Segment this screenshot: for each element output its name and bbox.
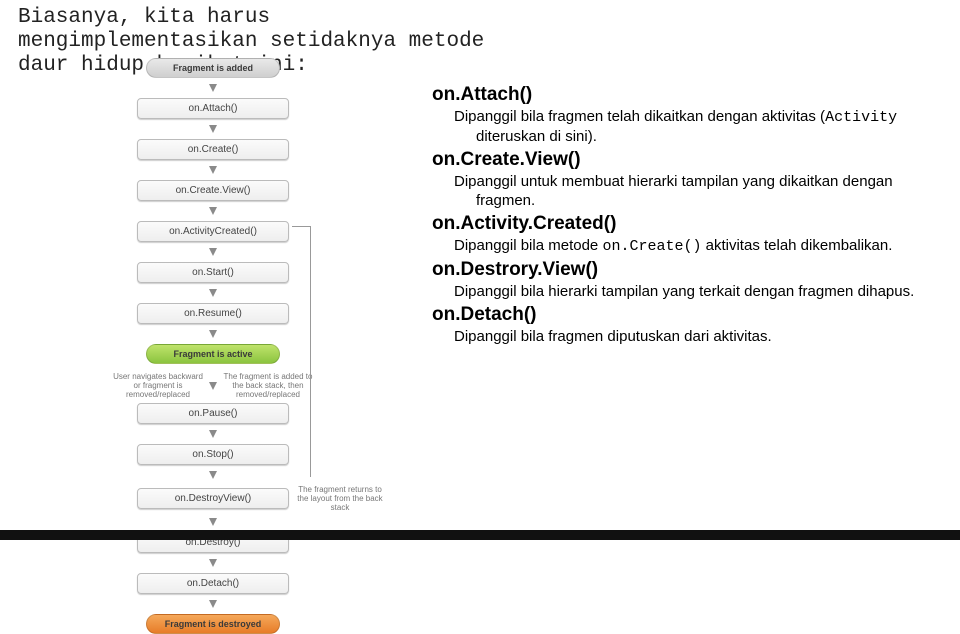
pill-onattach: on.Attach() — [137, 98, 289, 119]
bubble-active: Fragment is active — [146, 344, 280, 364]
method-onattach-title: on.Attach() — [432, 84, 942, 106]
method-onactivitycreated-title: on.Activity.Created() — [432, 213, 942, 235]
method-list: on.Attach() Dipanggil bila fragmen telah… — [432, 82, 942, 349]
method-ondetach-title: on.Detach() — [432, 304, 942, 326]
pill-oncreate: on.Create() — [137, 139, 289, 160]
method-ondestroyview-title: on.Destrory.View() — [432, 259, 942, 281]
method-onactivitycreated-desc: Dipanggil bila metode on.Create() aktivi… — [454, 236, 942, 256]
pill-onpause: on.Pause() — [137, 403, 289, 424]
bubble-destroyed: Fragment is destroyed — [146, 614, 280, 634]
note-fromback: The fragment returns to the layout from … — [295, 485, 385, 512]
pill-onstart: on.Start() — [137, 262, 289, 283]
method-onattach-desc: Dipanggil bila fragmen telah dikaitkan d… — [454, 107, 942, 146]
pill-ondetach: on.Detach() — [137, 573, 289, 594]
method-ondetach-desc: Dipanggil bila fragmen diputuskan dari a… — [454, 327, 942, 346]
lifecycle-diagram: Fragment is added on.Attach() on.Create(… — [18, 58, 408, 634]
method-oncreateview-title: on.Create.View() — [432, 149, 942, 171]
pill-onresume: on.Resume() — [137, 303, 289, 324]
pill-onactivitycreated: on.ActivityCreated() — [137, 221, 289, 242]
pill-oncreateview: on.Create.View() — [137, 180, 289, 201]
method-oncreateview-desc: Dipanggil untuk membuat hierarki tampila… — [454, 172, 942, 210]
note-navback: User navigates backward or fragment is r… — [113, 372, 203, 399]
footer-bar — [0, 530, 960, 540]
pill-ondestroyview: on.DestroyView() — [137, 488, 289, 509]
pill-onstop: on.Stop() — [137, 444, 289, 465]
method-ondestroyview-desc: Dipanggil bila hierarki tampilan yang te… — [454, 282, 942, 301]
bubble-added: Fragment is added — [146, 58, 280, 78]
